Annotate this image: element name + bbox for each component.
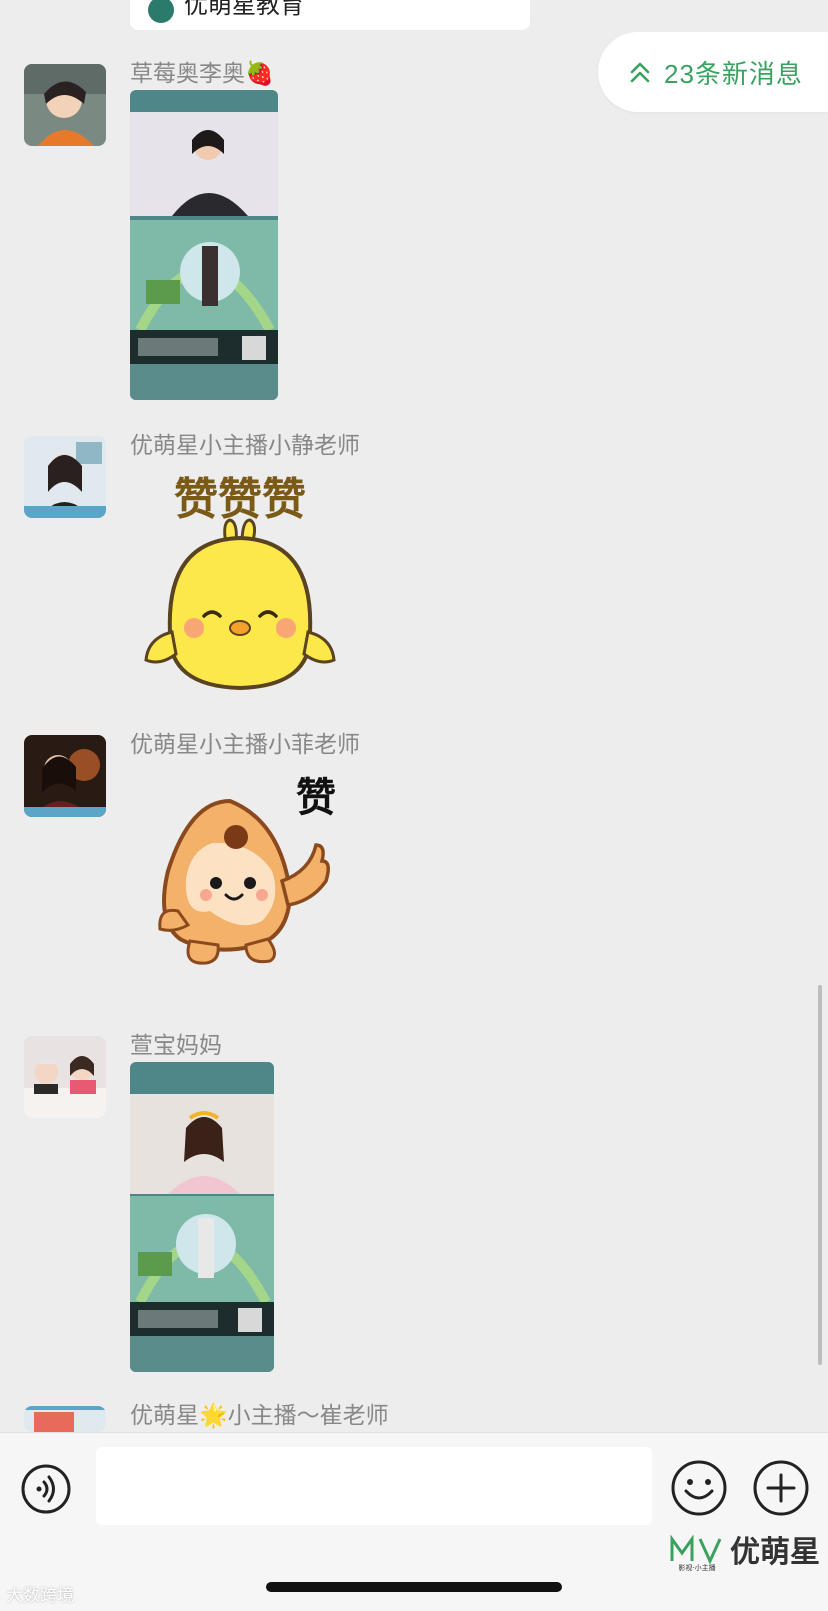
sender-name: 萱宝妈妈 — [130, 1032, 222, 1058]
sender-name: 优萌星小主播小菲老师 — [130, 731, 360, 757]
emoji-icon[interactable] — [670, 1459, 728, 1517]
sender-name: 草莓奥李奥🍓 — [130, 60, 274, 86]
sticker-text: 赞赞赞 — [174, 474, 306, 525]
avatar[interactable] — [24, 735, 106, 817]
avatar[interactable] — [24, 436, 106, 518]
watermark-text: 大数跨境 — [6, 1586, 74, 1605]
sender-name: 优萌星🌟小主播～崔老师 — [130, 1402, 389, 1428]
voice-icon[interactable] — [20, 1463, 72, 1515]
home-indicator[interactable] — [266, 1582, 562, 1592]
avatar[interactable] — [24, 1406, 106, 1432]
plus-icon[interactable] — [752, 1459, 810, 1517]
sticker-text: 赞 — [296, 775, 336, 821]
sender-name: 优萌星小主播小静老师 — [130, 432, 360, 458]
brand-sub: 影视·小主播 — [678, 1563, 715, 1571]
sticker-praise-mascot[interactable]: 赞 — [130, 761, 350, 971]
top-card-title: 优萌星教育 — [184, 0, 304, 19]
message-input[interactable] — [96, 1447, 652, 1525]
brand-logo-icon — [148, 0, 174, 23]
top-card[interactable]: 优萌星教育 — [130, 0, 530, 30]
new-messages-button[interactable]: 23条新消息 — [598, 32, 828, 112]
brand-logo-icon: 影视·小主播 — [670, 1534, 722, 1571]
sticker-praise-chick[interactable]: 赞赞赞 — [130, 462, 350, 698]
double-chevron-up-icon — [630, 62, 650, 83]
video-screenshot-image[interactable] — [130, 90, 278, 400]
avatar[interactable] — [24, 64, 106, 146]
new-messages-label: 23条新消息 — [664, 58, 803, 89]
brand-name: 优萌星 — [730, 1536, 820, 1569]
video-screenshot-image[interactable] — [130, 1062, 274, 1372]
brand-watermark: 影视·小主播 优萌星 — [668, 1527, 820, 1571]
scrollbar[interactable] — [818, 985, 822, 1365]
avatar[interactable] — [24, 1036, 106, 1118]
